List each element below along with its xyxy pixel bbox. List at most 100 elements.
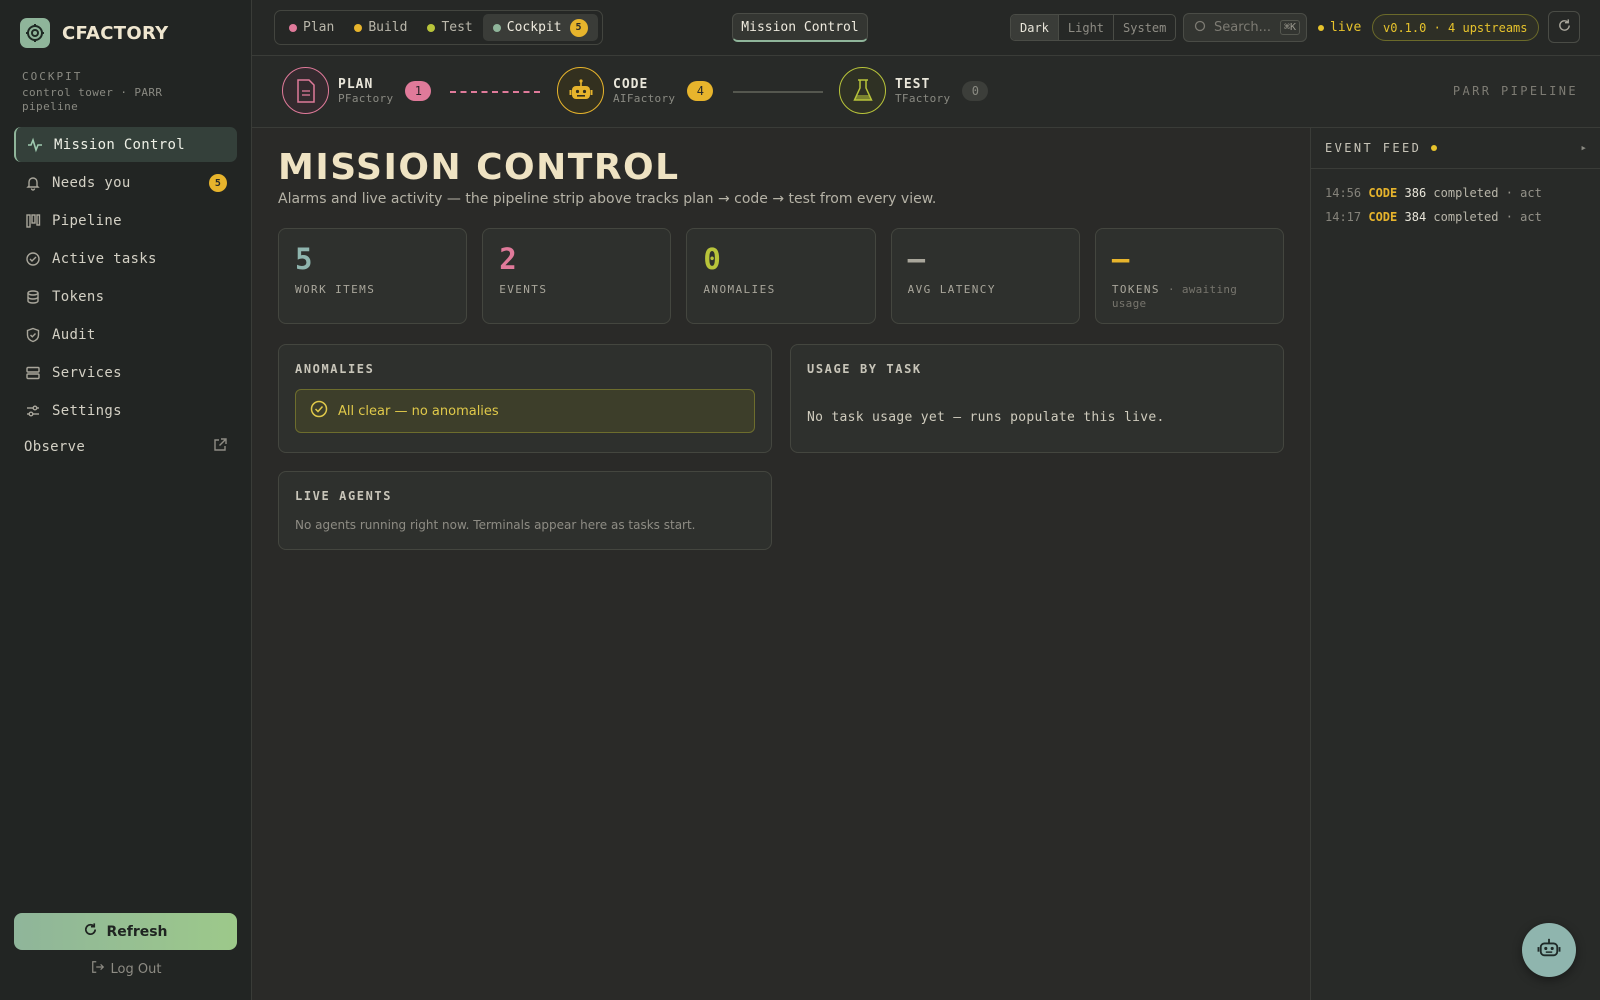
status-dot (427, 23, 436, 32)
connector-code-test (733, 91, 823, 93)
needs-you-badge: 5 (209, 174, 227, 192)
usage-empty-message: No task usage yet — runs populate this l… (807, 410, 1165, 425)
live-agents-panel: LIVE AGENTS No agents running right now.… (278, 471, 772, 550)
event-feed-header: EVENT FEED ▸ (1311, 128, 1600, 169)
event-status: completed (1433, 210, 1499, 224)
stat-label: TOKENS · awaiting usage (1112, 283, 1267, 311)
cog-logo-icon (20, 18, 50, 48)
sidebar: CFACTORY COCKPIT control tower · PARR pi… (0, 0, 252, 1000)
event-kind: CODE (1368, 210, 1398, 224)
stat-card-avg-latency[interactable]: — AVG LATENCY (890, 228, 1080, 324)
event-kind: CODE (1368, 186, 1398, 200)
event-row[interactable]: 14:56 CODE 386 completed · act (1325, 181, 1591, 205)
refresh-button[interactable]: Refresh (14, 913, 237, 950)
sidebar-item-active-tasks[interactable]: Active tasks (14, 241, 237, 276)
server-icon (24, 364, 42, 382)
bell-icon (24, 174, 42, 192)
stat-card-events[interactable]: 2 EVENTS (482, 228, 672, 324)
stat-label: AVG LATENCY (907, 283, 996, 296)
observe-link[interactable]: Observe (24, 437, 228, 457)
stat-card-anomalies[interactable]: 0 ANOMALIES (686, 228, 876, 324)
crumb-label: Build (368, 20, 408, 35)
sidebar-item-settings[interactable]: Settings (14, 393, 237, 428)
anomalies-panel: ANOMALIES All clear — no anomalies (278, 344, 772, 453)
stat-label-text: TOKENS (1111, 283, 1160, 296)
sidebar-item-label: Audit (52, 326, 96, 343)
crumb-label: Test (441, 20, 473, 35)
sidebar-item-audit[interactable]: Audit (14, 317, 237, 352)
search-input[interactable] (1214, 20, 1272, 35)
sidebar-item-services[interactable]: Services (14, 355, 237, 390)
event-time: 14:17 (1325, 210, 1362, 224)
reload-icon (1557, 18, 1572, 37)
sidebar-item-label: Active tasks (52, 250, 157, 267)
document-icon (282, 67, 329, 114)
sidebar-item-tokens[interactable]: Tokens (14, 279, 237, 314)
page-subtitle: Alarms and live activity — the pipeline … (278, 191, 937, 207)
event-row[interactable]: 14:17 CODE 384 completed · act (1325, 205, 1591, 229)
kanban-icon (24, 212, 42, 230)
event-feed: EVENT FEED ▸ 14:56 CODE 386 completed · … (1310, 128, 1600, 1000)
crumb-plan[interactable]: Plan (279, 14, 344, 41)
status-dot (354, 23, 363, 32)
shield-check-icon (24, 326, 42, 344)
stat-card-work-items[interactable]: 5 WORK ITEMS (278, 228, 468, 324)
search-box[interactable]: ⌘K (1183, 13, 1307, 42)
stat-value: — (907, 242, 926, 276)
top-bar: Plan Build Test Cockpit 5 Mission Contro… (252, 0, 1600, 56)
collapse-feed-icon[interactable]: ▸ (1580, 141, 1587, 154)
live-dot (1318, 24, 1324, 31)
check-circle-icon (310, 400, 328, 422)
sliders-icon (24, 402, 42, 420)
tab-mission-control[interactable]: Mission Control (732, 13, 868, 42)
panel-title: LIVE AGENTS (295, 489, 393, 503)
live-label: live (1330, 20, 1362, 35)
theme-option-light[interactable]: Light (1059, 15, 1115, 40)
crumb-build[interactable]: Build (344, 14, 417, 41)
theme-option-dark[interactable]: Dark (1011, 15, 1059, 40)
stage-subtitle: PFactory (338, 91, 394, 105)
feed-title-text: EVENT FEED (1325, 141, 1422, 155)
crumb-label: Plan (303, 20, 335, 35)
feed-live-dot (1431, 145, 1438, 151)
theme-option-system[interactable]: System (1114, 15, 1175, 40)
section-subtitle: control tower · PARR pipeline (22, 86, 163, 113)
sidebar-item-needs-you[interactable]: Needs you 5 (14, 165, 237, 200)
stat-label: WORK ITEMS (295, 283, 376, 296)
crumb-label: Cockpit (506, 20, 562, 35)
event-id: 386 (1404, 186, 1427, 200)
stat-card-tokens[interactable]: — TOKENS · awaiting usage (1094, 228, 1285, 324)
stat-value: 2 (499, 242, 517, 276)
refresh-icon (83, 922, 98, 941)
reload-button[interactable] (1548, 11, 1580, 43)
brand-name: CFACTORY (62, 22, 169, 44)
crumb-cockpit[interactable]: Cockpit 5 (482, 14, 598, 41)
stage-subtitle: TFactory (895, 91, 951, 105)
section-label: COCKPIT (22, 70, 83, 83)
assistant-button[interactable] (1522, 923, 1576, 977)
stage-plan[interactable]: PLAN PFactory 1 (282, 67, 432, 114)
logout-icon (91, 960, 105, 978)
connector-plan-code (450, 91, 540, 93)
observe-label: Observe (24, 439, 86, 455)
sidebar-item-label: Settings (52, 402, 122, 419)
sidebar-item-mission-control[interactable]: Mission Control (14, 127, 237, 162)
stage-name: CODE (613, 76, 649, 92)
status-dot (492, 23, 501, 32)
brand[interactable]: CFACTORY (20, 18, 168, 48)
flask-icon (839, 67, 886, 114)
sidebar-item-label: Tokens (52, 288, 105, 305)
stage-name: PLAN (338, 76, 374, 92)
version-badge[interactable]: v0.1.0 · 4 upstreams (1372, 14, 1539, 41)
refresh-label: Refresh (106, 923, 168, 940)
pipeline-label: PARR PIPELINE (1452, 84, 1578, 98)
stage-count: 0 (962, 80, 989, 101)
event-feed-title: EVENT FEED (1325, 141, 1438, 155)
sidebar-item-pipeline[interactable]: Pipeline (14, 203, 237, 238)
stage-code[interactable]: CODE AIFactory 4 (557, 67, 714, 114)
status-dot (289, 23, 297, 32)
robot-icon (1537, 937, 1561, 963)
stage-test[interactable]: TEST TFactory 0 (839, 67, 989, 114)
crumb-test[interactable]: Test (417, 14, 482, 41)
logout-link[interactable]: Log Out (0, 960, 252, 978)
